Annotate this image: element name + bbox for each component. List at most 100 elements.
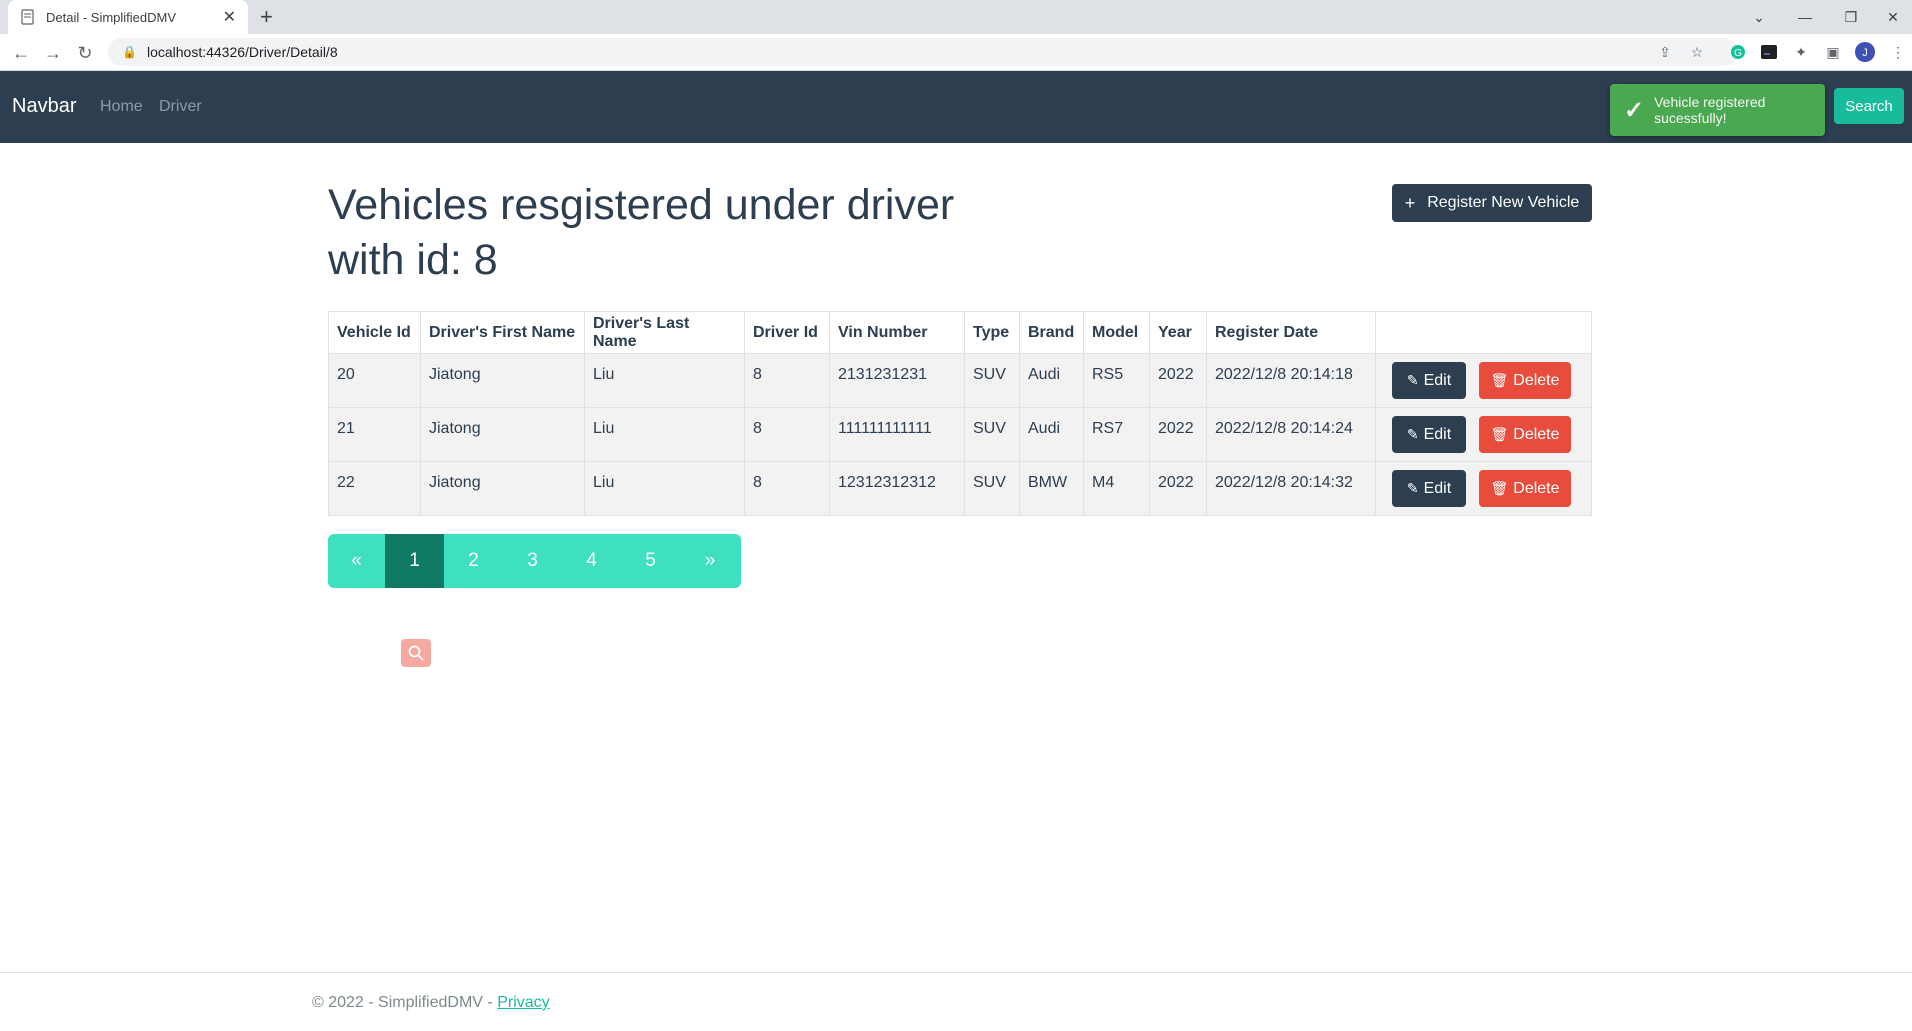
cell-model: RS5: [1083, 353, 1150, 408]
cell-year: 2022: [1149, 407, 1207, 462]
bookmark-star-icon[interactable]: ☆: [1687, 42, 1707, 62]
cell-register-date: 2022/12/8 20:14:32: [1206, 461, 1376, 516]
forward-icon[interactable]: →: [40, 40, 66, 66]
pagination-page-4[interactable]: 4: [562, 534, 621, 588]
pencil-icon: ✎: [1406, 426, 1419, 442]
edit-button[interactable]: ✎ Edit: [1392, 416, 1466, 453]
cell-model: RS7: [1083, 407, 1150, 462]
cell-brand: Audi: [1019, 353, 1084, 408]
delete-button[interactable]: 🗑 Delete: [1479, 362, 1571, 399]
search-icon[interactable]: [401, 639, 431, 667]
cell-first-name: Jiatong: [420, 353, 585, 408]
share-icon[interactable]: ⇪: [1655, 42, 1675, 62]
pagination-page-2[interactable]: 2: [444, 534, 503, 588]
delete-button[interactable]: 🗑 Delete: [1479, 416, 1571, 453]
cell-last-name: Liu: [584, 353, 745, 408]
close-window-icon[interactable]: ✕: [1870, 0, 1912, 34]
cell-driver-id: 8: [744, 407, 830, 462]
cell-brand: BMW: [1019, 461, 1084, 516]
grammarly-icon[interactable]: G: [1728, 42, 1748, 62]
svg-text:G: G: [1734, 48, 1742, 59]
delete-label: Delete: [1513, 371, 1560, 389]
browser-tab[interactable]: Detail - SimplifiedDMV ✕: [8, 0, 248, 34]
delete-label: Delete: [1513, 425, 1560, 443]
cell-type: SUV: [964, 461, 1020, 516]
restore-icon[interactable]: ❐: [1828, 0, 1874, 34]
cell-year: 2022: [1149, 461, 1207, 516]
edit-label: Edit: [1423, 371, 1452, 389]
cell-vin: 2131231231: [829, 353, 965, 408]
pencil-icon: ✎: [1406, 480, 1419, 496]
navbar-search-button[interactable]: Search: [1834, 88, 1904, 124]
cell-actions: ✎ Edit 🗑 Delete: [1375, 407, 1592, 462]
plus-icon: +: [1404, 192, 1416, 213]
cell-vehicle-id: 22: [328, 461, 421, 516]
actions-header: [1375, 311, 1592, 354]
delete-button[interactable]: 🗑 Delete: [1479, 470, 1571, 507]
url-text: localhost:44326/Driver/Detail/8: [146, 44, 338, 60]
reload-icon[interactable]: ↻: [72, 40, 98, 66]
new-tab-icon[interactable]: +: [260, 4, 273, 30]
toast-message: Vehicle registered sucessfully!: [1654, 94, 1766, 126]
navbar-brand[interactable]: Navbar: [12, 95, 76, 118]
cell-actions: ✎ Edit 🗑 Delete: [1375, 353, 1592, 408]
footer-text: © 2022 - SimplifiedDMV - Privacy: [312, 994, 550, 1012]
pagination-page-5[interactable]: 5: [621, 534, 680, 588]
edit-button[interactable]: ✎ Edit: [1392, 470, 1466, 507]
browser-menu-icon[interactable]: ⋮: [1888, 42, 1908, 62]
column-header: Vin Number: [829, 311, 965, 354]
cell-last-name: Liu: [584, 407, 745, 462]
browser-toolbar: ← → ↻ 🔒 localhost:44326/Driver/Detail/8 …: [0, 34, 1912, 71]
page-title-line1: Vehicles resgistered under driver: [328, 181, 955, 229]
cell-first-name: Jiatong: [420, 407, 585, 462]
cell-type: SUV: [964, 353, 1020, 408]
back-icon[interactable]: ←: [8, 40, 34, 66]
table-row: 20 Jiatong Liu 8 2131231231 SUV Audi RS5…: [328, 353, 1592, 408]
trash-icon: 🗑: [1490, 480, 1509, 496]
cell-year: 2022: [1149, 353, 1207, 408]
nav-link-home[interactable]: Home: [100, 98, 143, 116]
success-toast[interactable]: ✓ Vehicle registered sucessfully!: [1610, 84, 1825, 136]
register-new-vehicle-button[interactable]: + Register New Vehicle: [1392, 184, 1592, 222]
pagination: « 1 2 3 4 5 »: [328, 534, 741, 588]
profile-avatar[interactable]: J: [1855, 42, 1875, 62]
trash-icon: 🗑: [1490, 372, 1509, 388]
column-header: Year: [1149, 311, 1207, 354]
cell-actions: ✎ Edit 🗑 Delete: [1375, 461, 1592, 516]
pagination-prev[interactable]: «: [328, 534, 385, 588]
footer-copyright: © 2022 - SimplifiedDMV -: [312, 994, 498, 1011]
nav-link-driver[interactable]: Driver: [159, 98, 202, 116]
address-bar[interactable]: 🔒 localhost:44326/Driver/Detail/8: [108, 38, 1738, 66]
column-header: Driver's First Name: [420, 311, 585, 354]
close-tab-icon[interactable]: ✕: [223, 7, 236, 27]
column-header: Driver's Last Name: [584, 311, 745, 354]
terminal-extension-icon[interactable]: [1759, 42, 1779, 62]
cell-last-name: Liu: [584, 461, 745, 516]
side-panel-icon[interactable]: ▣: [1823, 42, 1843, 62]
cell-model: M4: [1083, 461, 1150, 516]
vehicles-table: Vehicle Id Driver's First Name Driver's …: [328, 311, 1592, 516]
edit-button[interactable]: ✎ Edit: [1392, 362, 1466, 399]
pagination-next[interactable]: »: [680, 534, 740, 588]
edit-label: Edit: [1423, 479, 1452, 497]
minimize-icon[interactable]: —: [1782, 0, 1828, 34]
column-header: Model: [1083, 311, 1150, 354]
cell-vin: 111111111111: [829, 407, 965, 462]
browser-tab-bar: Detail - SimplifiedDMV ✕ + ⌄ — ❐ ✕: [0, 0, 1912, 34]
checkmark-icon: ✓: [1624, 96, 1645, 124]
cell-type: SUV: [964, 407, 1020, 462]
extensions-puzzle-icon[interactable]: ✦: [1791, 42, 1811, 62]
cell-driver-id: 8: [744, 353, 830, 408]
column-header: Register Date: [1206, 311, 1376, 354]
column-header: Type: [964, 311, 1020, 354]
pagination-page-3[interactable]: 3: [503, 534, 562, 588]
delete-label: Delete: [1513, 479, 1560, 497]
cell-register-date: 2022/12/8 20:14:18: [1206, 353, 1376, 408]
tab-search-icon[interactable]: ⌄: [1736, 0, 1782, 34]
pencil-icon: ✎: [1406, 372, 1419, 388]
footer: © 2022 - SimplifiedDMV - Privacy: [0, 972, 1912, 1031]
page-title: Vehicles resgistered under driver with i…: [328, 178, 978, 288]
page-icon: [20, 9, 36, 25]
privacy-link[interactable]: Privacy: [497, 994, 549, 1011]
pagination-page-1[interactable]: 1: [385, 534, 444, 588]
